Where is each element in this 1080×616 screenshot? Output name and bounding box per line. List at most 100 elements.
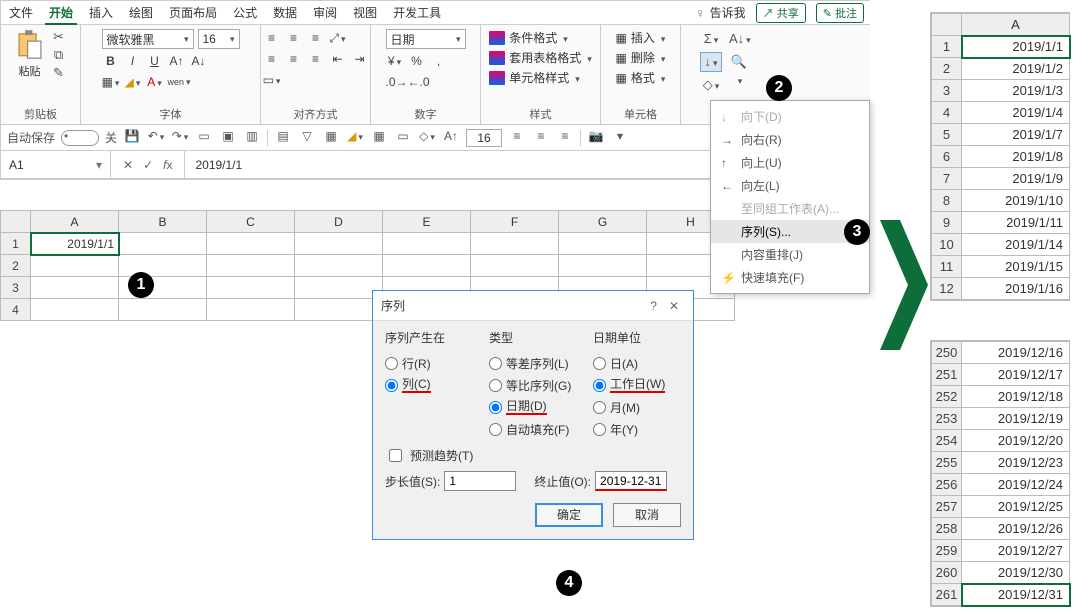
tab-page-layout[interactable]: 页面布局: [161, 1, 225, 25]
result-row-header[interactable]: 256: [932, 474, 962, 496]
result-cell[interactable]: 2019/1/11: [962, 212, 1070, 234]
result-cell[interactable]: 2019/12/25: [962, 496, 1070, 518]
insert-cells-button[interactable]: ▦ 插入: [616, 29, 666, 46]
result-cell[interactable]: 2019/1/15: [962, 256, 1070, 278]
type-linear-radio[interactable]: 等差序列(L): [489, 352, 577, 374]
result-row-header[interactable]: 7: [932, 168, 962, 190]
result-cell[interactable]: 2019/12/24: [962, 474, 1070, 496]
result-row-header[interactable]: 254: [932, 430, 962, 452]
result-row-header[interactable]: 252: [932, 386, 962, 408]
result-cell[interactable]: 2019/1/9: [962, 168, 1070, 190]
paste-button[interactable]: 粘贴: [15, 29, 45, 79]
currency-button[interactable]: ¥: [386, 52, 404, 70]
result-cell[interactable]: 2019/12/23: [962, 452, 1070, 474]
result-cell[interactable]: 2019/12/20: [962, 430, 1070, 452]
font-color-button[interactable]: A: [146, 73, 164, 91]
result-row-header[interactable]: 1: [932, 36, 962, 58]
increase-dec-button[interactable]: .0→: [386, 73, 404, 91]
sort-filter-button[interactable]: A↓: [728, 29, 750, 49]
bold-button[interactable]: B: [102, 52, 120, 70]
col-header-d[interactable]: D: [295, 211, 383, 233]
qat-align3-icon[interactable]: ≡: [556, 129, 574, 147]
result-cell[interactable]: 2019/12/27: [962, 540, 1070, 562]
fill-button[interactable]: ↓: [700, 52, 722, 72]
result-row-header[interactable]: 2: [932, 58, 962, 80]
fill-across-item[interactable]: 至同组工作表(A)...: [711, 197, 869, 220]
tab-home[interactable]: 开始: [41, 1, 81, 25]
result-row-header[interactable]: 255: [932, 452, 962, 474]
qat-freeze-icon[interactable]: ▦: [322, 129, 340, 147]
row-header-4[interactable]: 4: [1, 299, 31, 321]
fill-justify-item[interactable]: 内容重排(J): [711, 243, 869, 266]
result-row-header[interactable]: 9: [932, 212, 962, 234]
tab-view[interactable]: 视图: [345, 1, 385, 25]
col-header-g[interactable]: G: [559, 211, 647, 233]
result-row-header[interactable]: 11: [932, 256, 962, 278]
series-row-radio[interactable]: 行(R): [385, 352, 473, 374]
result-row-header[interactable]: 253: [932, 408, 962, 430]
result-row-header[interactable]: 250: [932, 342, 962, 364]
result-row-header[interactable]: 12: [932, 278, 962, 300]
phonetic-button[interactable]: wen: [168, 73, 186, 91]
cell-styles-button[interactable]: 单元格样式: [489, 69, 580, 86]
stop-value-input[interactable]: [595, 471, 667, 491]
result-row-header[interactable]: 3: [932, 80, 962, 102]
flash-fill-item[interactable]: ⚡快速填充(F): [711, 266, 869, 289]
delete-cells-button[interactable]: ▦ 删除: [616, 49, 666, 66]
col-header-b[interactable]: B: [119, 211, 207, 233]
step-value-input[interactable]: [444, 471, 516, 491]
result-cell[interactable]: 2019/12/17: [962, 364, 1070, 386]
comment-button[interactable]: ✎ 批注: [816, 3, 864, 23]
percent-button[interactable]: %: [408, 52, 426, 70]
result-cell[interactable]: 2019/1/7: [962, 124, 1070, 146]
tab-draw[interactable]: 绘图: [121, 1, 161, 25]
fx-icon[interactable]: fx: [163, 158, 172, 172]
share-button[interactable]: ↗ 共享: [756, 3, 806, 23]
undo-icon[interactable]: ↶: [147, 129, 165, 147]
result-cell[interactable]: 2019/12/30: [962, 562, 1070, 584]
cut-icon[interactable]: ✂: [51, 29, 67, 45]
tab-insert[interactable]: 插入: [81, 1, 121, 25]
qat-font-inc-icon[interactable]: A↑: [442, 129, 460, 147]
align-middle-button[interactable]: ≡: [285, 29, 303, 47]
find-select-button[interactable]: 🔍: [728, 52, 750, 72]
qat-align1-icon[interactable]: ≡: [508, 129, 526, 147]
cancel-button[interactable]: 取消: [613, 503, 681, 527]
decrease-dec-button[interactable]: ←.0: [408, 73, 426, 91]
qat-icon-2[interactable]: ▣: [219, 129, 237, 147]
unit-day-radio[interactable]: 日(A): [593, 352, 681, 374]
tab-formulas[interactable]: 公式: [225, 1, 265, 25]
qat-camera-icon[interactable]: 📷: [587, 129, 605, 147]
cell-a1[interactable]: 2019/1/1: [31, 233, 119, 255]
comma-button[interactable]: ,: [430, 52, 448, 70]
qat-merge-icon[interactable]: ▭: [394, 129, 412, 147]
unit-month-radio[interactable]: 月(M): [593, 396, 681, 418]
format-as-table-button[interactable]: 套用表格格式: [489, 49, 592, 66]
confirm-edit-icon[interactable]: ✓: [143, 158, 153, 172]
col-header-c[interactable]: C: [207, 211, 295, 233]
conditional-format-button[interactable]: 条件格式: [489, 29, 568, 46]
autosum-button[interactable]: Σ: [700, 29, 722, 49]
type-date-radio[interactable]: 日期(D): [489, 396, 577, 418]
ok-button[interactable]: 确定: [535, 503, 603, 527]
result-row-header[interactable]: 260: [932, 562, 962, 584]
copy-icon[interactable]: ⧉: [51, 47, 67, 63]
series-col-radio[interactable]: 列(C): [385, 374, 473, 396]
result-row-header[interactable]: 258: [932, 518, 962, 540]
result-corner[interactable]: [932, 14, 962, 36]
format-cells-button[interactable]: ▦ 格式: [616, 69, 666, 86]
type-autofill-radio[interactable]: 自动填充(F): [489, 418, 577, 440]
name-box[interactable]: A1▾: [1, 151, 111, 178]
result-cell[interactable]: 2019/12/31: [962, 584, 1070, 606]
result-row-header[interactable]: 261: [932, 584, 962, 606]
tab-developer[interactable]: 开发工具: [385, 1, 449, 25]
fill-right-item[interactable]: →向右(R): [711, 128, 869, 151]
fill-down-item[interactable]: ↓向下(D): [711, 105, 869, 128]
indent-inc-button[interactable]: ⇥: [351, 50, 369, 68]
result-cell[interactable]: 2019/1/16: [962, 278, 1070, 300]
result-row-header[interactable]: 10: [932, 234, 962, 256]
clear-button[interactable]: ◇: [700, 75, 722, 95]
result-cell[interactable]: 2019/12/19: [962, 408, 1070, 430]
qat-icon-1[interactable]: ▭: [195, 129, 213, 147]
trend-checkbox[interactable]: 预测趋势(T): [385, 446, 681, 465]
